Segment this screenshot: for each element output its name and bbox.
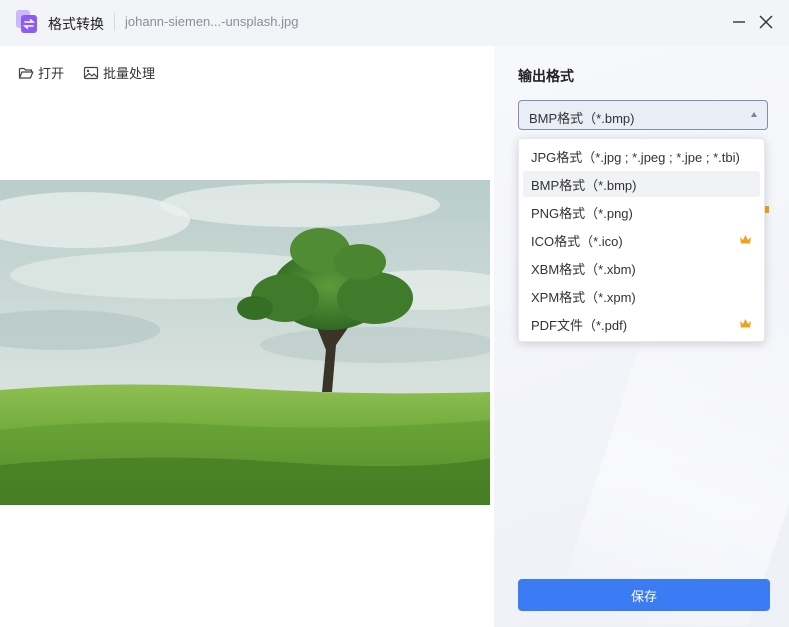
batch-process-button[interactable]: 批量处理 <box>83 63 155 82</box>
format-option-label: PNG格式（*.png) <box>531 205 633 221</box>
image-preview <box>0 180 490 505</box>
crown-icon <box>740 319 751 328</box>
output-format-value: BMP格式（*.bmp) <box>529 111 635 126</box>
crown-icon <box>740 235 751 244</box>
format-option-label: XBM格式（*.xbm) <box>531 261 636 277</box>
format-dropdown: JPG格式（*.jpg ; *.jpeg ; *.jpe ; *.tbi) BM… <box>518 138 765 342</box>
close-icon[interactable] <box>755 11 777 33</box>
image-batch-icon <box>83 66 99 79</box>
format-option-bmp[interactable]: BMP格式（*.bmp) <box>523 171 760 197</box>
format-option-xpm[interactable]: XPM格式（*.xpm) <box>523 283 760 309</box>
format-option-ico[interactable]: ICO格式（*.ico) <box>523 227 760 253</box>
open-button-label: 打开 <box>38 66 65 81</box>
folder-open-icon <box>18 67 34 79</box>
output-format-select[interactable]: BMP格式（*.bmp) <box>518 100 768 130</box>
app-logo-icon <box>16 10 37 33</box>
crown-icon <box>765 206 769 213</box>
format-option-label: XPM格式（*.xpm) <box>531 289 636 305</box>
format-option-label: PDF文件（*.pdf) <box>531 317 628 333</box>
format-option-jpg[interactable]: JPG格式（*.jpg ; *.jpeg ; *.jpe ; *.tbi) <box>523 143 760 169</box>
format-option-xbm[interactable]: XBM格式（*.xbm) <box>523 255 760 281</box>
title-bar: 格式转换 johann-siemen...-unsplash.jpg <box>0 0 789 46</box>
format-option-label: JPG格式（*.jpg ; *.jpeg ; *.jpe ; *.tbi) <box>531 149 740 165</box>
preview-pane: 打开 批量处理 <box>0 46 494 627</box>
format-option-label: ICO格式（*.ico) <box>531 233 623 249</box>
batch-process-label: 批量处理 <box>103 66 156 81</box>
caret-up-icon <box>751 112 757 117</box>
format-option-pdf[interactable]: PDF文件（*.pdf) <box>523 311 760 337</box>
file-name: johann-siemen...-unsplash.jpg <box>125 14 299 29</box>
output-format-title: 输出格式 <box>518 68 574 84</box>
minimize-icon[interactable] <box>728 11 750 33</box>
open-button[interactable]: 打开 <box>18 63 64 82</box>
save-button-label: 保存 <box>630 588 657 604</box>
title-divider <box>114 13 115 31</box>
format-option-label: BMP格式（*.bmp) <box>531 177 637 193</box>
format-option-png[interactable]: PNG格式（*.png) <box>523 199 760 225</box>
app-title: 格式转换 <box>48 16 104 32</box>
save-button[interactable]: 保存 <box>518 579 770 611</box>
